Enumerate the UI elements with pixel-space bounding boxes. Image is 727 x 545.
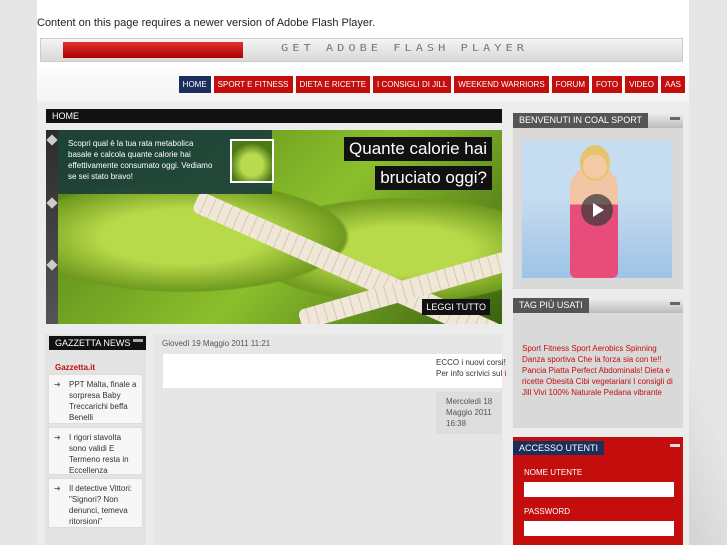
- news-item[interactable]: ➜ Il detective Vittori: "Signori? Non de…: [48, 478, 143, 528]
- arrow-right-icon: ➜: [54, 433, 61, 442]
- nav-forum[interactable]: FORUM: [551, 76, 589, 93]
- nav-foto[interactable]: FOTO: [592, 76, 623, 93]
- video-presenter-head: [580, 145, 610, 181]
- nav-weekend-warriors[interactable]: WEEKEND WARRIORS: [454, 76, 549, 93]
- flash-banner-red-block: [63, 42, 243, 58]
- play-icon[interactable]: [581, 194, 613, 226]
- nav-home[interactable]: HOME: [178, 76, 211, 93]
- posts-panel: Giovedì 19 Maggio 2011 11:21 ECCO i nuov…: [154, 334, 506, 545]
- nav-video[interactable]: VIDEO: [625, 76, 658, 93]
- arrow-right-icon: ➜: [54, 484, 61, 493]
- post-meta-line2: Maggio 2011: [446, 408, 492, 417]
- gazzetta-news-header: GAZZETTA NEWS: [49, 336, 146, 350]
- tags-panel: TAG PIÙ USATI Sport Fitness Sport Aerobi…: [513, 298, 683, 428]
- nav-dieta-e-ricette[interactable]: DIETA E RICETTE: [295, 76, 371, 93]
- nav-aas[interactable]: AAS: [660, 76, 685, 93]
- login-title: ACCESSO UTENTI: [513, 441, 605, 455]
- username-label: NOME UTENTE: [524, 468, 583, 477]
- hero-title: Quante calorie hai bruciato oggi?: [344, 137, 492, 195]
- news-item[interactable]: ➜ I rigori stavolta sono validi E Termen…: [48, 427, 143, 475]
- flash-required-message: Content on this page requires a newer ve…: [37, 17, 376, 29]
- nav-sport-e-fitness[interactable]: SPORT E FITNESS: [213, 76, 293, 93]
- post-text: ECCO i nuovi corsi!! Per info scrivici s…: [436, 357, 506, 379]
- username-input[interactable]: [524, 482, 674, 497]
- slide-marker-icon[interactable]: [46, 197, 58, 209]
- post-text-line1: ECCO i nuovi corsi!!: [436, 358, 506, 367]
- login-panel: ACCESSO UTENTI NOME UTENTE PASSWORD: [513, 437, 683, 545]
- post-meta-line1: Mercoledì 18: [446, 397, 493, 406]
- main-nav: HOME SPORT E FITNESS DIETA E RICETTE I C…: [178, 76, 685, 93]
- password-input[interactable]: [524, 521, 674, 536]
- gazzetta-logo[interactable]: Gazzetta.it: [55, 363, 95, 372]
- news-item-text: PPT Malta, finale a sorpresa Baby Trecca…: [69, 380, 137, 422]
- gazzetta-news-panel: GAZZETTA NEWS Gazzetta.it ➜ PPT Malta, f…: [45, 334, 146, 545]
- tag-cloud[interactable]: Sport Fitness Sport Aerobics Spinning Da…: [522, 343, 677, 398]
- apple-thumbnail[interactable]: [230, 139, 274, 183]
- panel-toggle-icon[interactable]: [670, 444, 680, 447]
- tags-title: TAG PIÙ USATI: [513, 298, 589, 313]
- password-label: PASSWORD: [524, 507, 571, 516]
- post-meta-line3: 16:38: [446, 419, 467, 428]
- news-item[interactable]: ➜ PPT Malta, finale a sorpresa Baby Trec…: [48, 374, 143, 424]
- slide-selector-strip: [46, 130, 58, 324]
- post-link[interactable]: in: [504, 369, 506, 378]
- post-date: Giovedì 19 Maggio 2011 11:21: [162, 339, 271, 348]
- news-item-text: Il detective Vittori: "Signori? Non denu…: [69, 484, 132, 526]
- slide-marker-icon[interactable]: [46, 134, 58, 146]
- hero-title-line2: bruciato oggi?: [375, 166, 492, 190]
- welcome-video[interactable]: [522, 141, 672, 278]
- hero-title-line1: Quante calorie hai: [344, 137, 492, 161]
- post-text-line2: Per info scrivici sul: [436, 369, 505, 378]
- arrow-right-icon: ➜: [54, 380, 61, 389]
- panel-toggle-icon[interactable]: [670, 117, 680, 120]
- gazzetta-news-title: GAZZETTA NEWS: [55, 338, 131, 348]
- read-more-button[interactable]: LEGGI TUTTO: [422, 299, 490, 315]
- get-flash-player-banner[interactable]: GET ADOBE FLASH PLAYER: [40, 38, 683, 62]
- hero-slideshow[interactable]: Scopri qual è la tua rata metabolica bas…: [46, 130, 502, 324]
- flash-banner-text: GET ADOBE FLASH PLAYER: [281, 42, 528, 54]
- post-meta: Mercoledì 18 Maggio 2011 16:38: [436, 392, 502, 434]
- news-item-text: I rigori stavolta sono validi E Termeno …: [69, 433, 129, 475]
- panel-toggle-icon[interactable]: [133, 339, 143, 342]
- welcome-title: BENVENUTI IN COAL SPORT: [513, 113, 649, 128]
- breadcrumb: HOME: [46, 109, 502, 123]
- nav-consigli-di-jill[interactable]: I CONSIGLI DI JILL: [373, 76, 452, 93]
- welcome-panel: BENVENUTI IN COAL SPORT: [513, 113, 683, 289]
- hero-caption-text: Scopri qual è la tua rata metabolica bas…: [68, 139, 213, 181]
- panel-toggle-icon[interactable]: [670, 302, 680, 305]
- hero-caption-box: Scopri qual è la tua rata metabolica bas…: [58, 130, 274, 194]
- slide-marker-icon[interactable]: [46, 259, 58, 271]
